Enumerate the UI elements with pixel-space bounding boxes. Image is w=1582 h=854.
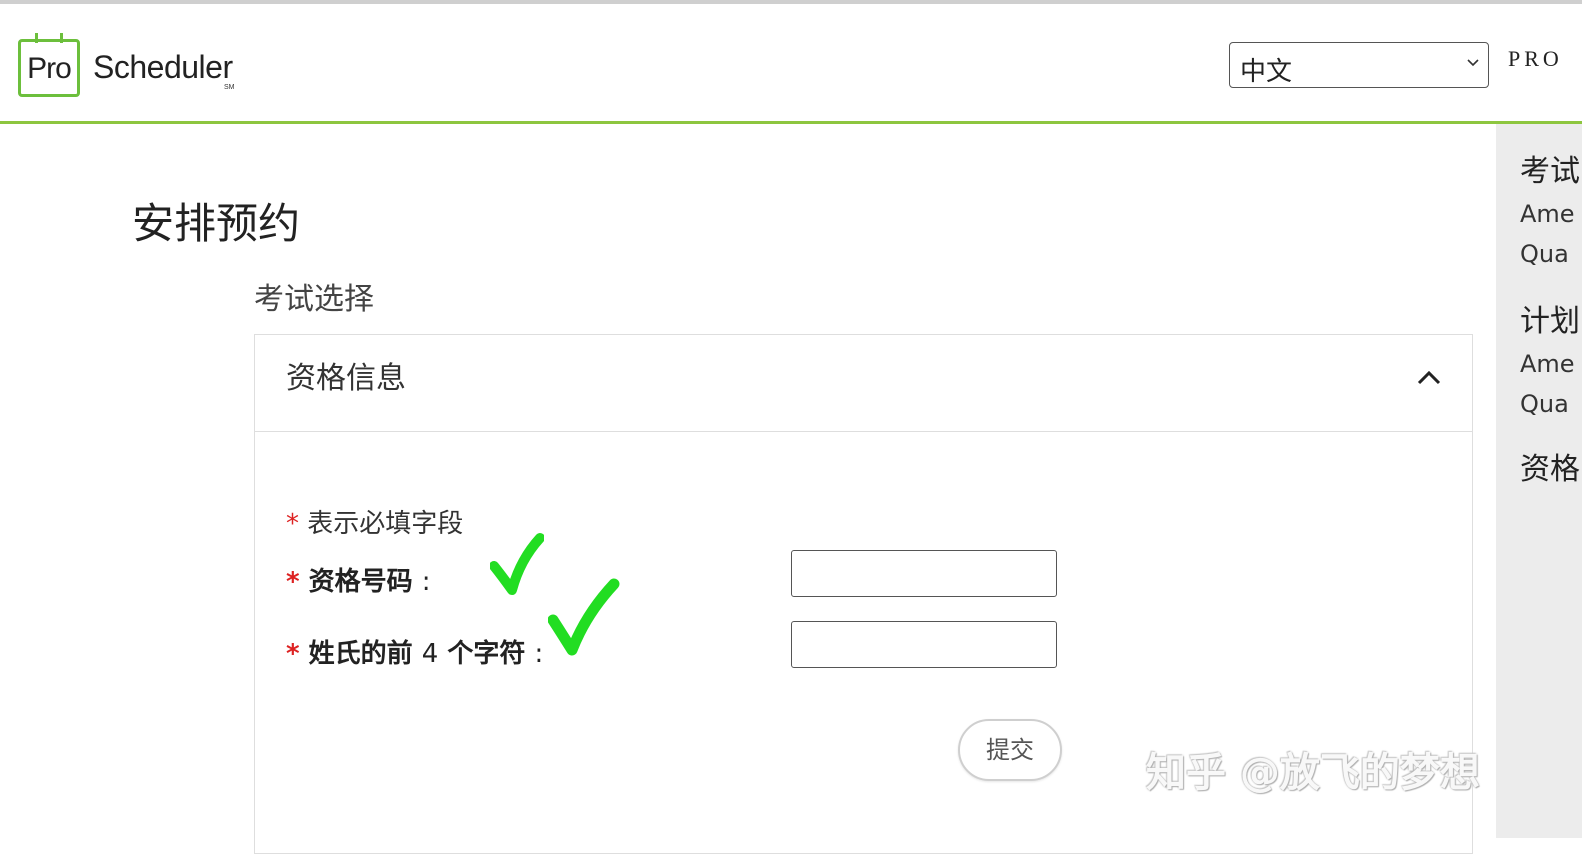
last-name-label-part2: 个字符 [447, 639, 526, 669]
sidebar-heading-plan: 计划 [1520, 304, 1580, 339]
summary-sidebar: 考试 Ame Qua 计划 Ame Qua 资格 [1496, 124, 1582, 838]
required-asterisk: * [286, 639, 300, 669]
last-name-chars-input[interactable] [791, 621, 1057, 668]
eligibility-id-input[interactable] [791, 550, 1057, 597]
eligibility-id-label-text: 资格号码 [308, 567, 413, 597]
last-name-label-number: 4 [421, 639, 439, 669]
sidebar-line: Ame [1520, 350, 1575, 378]
eligibility-panel-title: 资格信息 [286, 361, 406, 396]
green-checkmark-icon [490, 533, 544, 595]
sidebar-heading-exam: 考试 [1520, 154, 1580, 189]
eligibility-id-label: * 资格号码 : [286, 561, 431, 598]
language-selected-value: 中文 [1240, 57, 1293, 87]
section-title: 考试选择 [254, 282, 374, 317]
required-note-text: 表示必填字段 [307, 509, 464, 539]
label-colon: : [421, 567, 431, 597]
green-checkmark-icon [548, 578, 620, 656]
submit-button[interactable]: 提交 [958, 719, 1062, 781]
logo-wordmark: Scheduler [93, 49, 233, 85]
logo-service-mark: SM [224, 84, 235, 91]
language-select[interactable]: 中文 [1229, 42, 1489, 88]
logo-calendar-box: Pro [18, 33, 80, 97]
watermark-text: 知乎 @放飞的梦想 [1146, 750, 1480, 796]
required-asterisk: * [286, 567, 300, 597]
chevron-up-icon[interactable] [1414, 363, 1444, 393]
eligibility-panel-header[interactable]: 资格信息 [255, 335, 1472, 432]
label-colon: : [534, 639, 544, 669]
sidebar-line: Qua [1520, 240, 1569, 268]
chevron-down-icon [1467, 59, 1479, 67]
page-title: 安排预约 [132, 199, 301, 248]
required-fields-note: * 表示必填字段 [286, 503, 463, 540]
sidebar-heading-eligibility: 资格 [1520, 452, 1580, 487]
last-name-chars-label: * 姓氏的前 4 个字符 : [286, 633, 543, 670]
last-name-label-part1: 姓氏的前 [308, 639, 413, 669]
header-right-brand-text: PRO [1508, 46, 1563, 71]
required-asterisk: * [286, 509, 299, 539]
sidebar-line: Ame [1520, 200, 1575, 228]
sidebar-line: Qua [1520, 390, 1569, 418]
site-header: Pro Scheduler SM 中文 PRO [0, 4, 1582, 124]
